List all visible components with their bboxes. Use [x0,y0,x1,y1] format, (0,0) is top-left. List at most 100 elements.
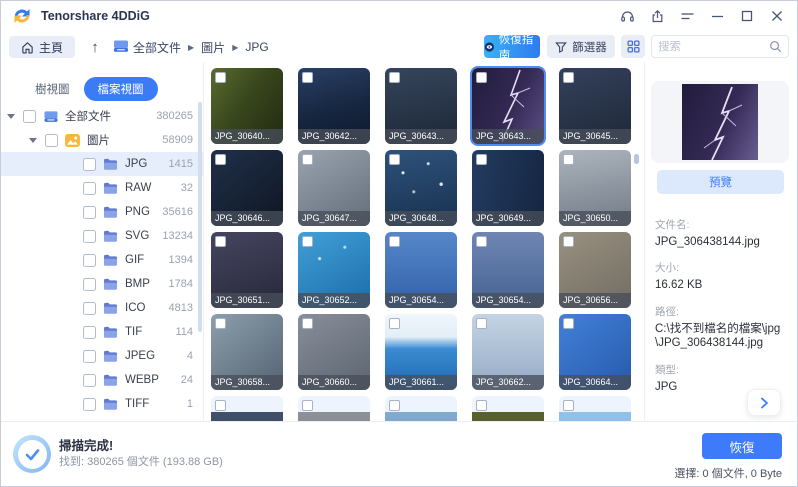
search-input[interactable] [658,41,769,53]
file-card[interactable]: JPG_30645... [559,68,631,144]
tree-item-all-files[interactable]: 全部文件380265 [1,104,203,128]
file-card[interactable]: JPG_30648... [385,150,457,226]
recover-button[interactable]: 恢復 [702,433,782,459]
file-checkbox[interactable] [215,318,226,329]
tree-item-pictures[interactable]: 圖片58909 [1,128,203,152]
file-card[interactable]: JPG_30649... [472,150,544,226]
file-card[interactable]: JPG_30664... [559,314,631,390]
file-card[interactable] [472,396,544,421]
tree-checkbox[interactable] [45,134,58,147]
file-card[interactable]: JPG_30654... [385,232,457,308]
caret-down-icon[interactable] [29,137,37,143]
close-button[interactable] [765,4,789,28]
file-card[interactable]: JPG_30660... [298,314,370,390]
preview-button[interactable]: 預覽 [657,170,784,194]
sidebar-scrollbar[interactable] [198,102,202,332]
file-card[interactable]: JPG_30642... [298,68,370,144]
search-icon[interactable] [769,40,782,53]
file-card[interactable]: JPG_30647... [298,150,370,226]
menu-icon[interactable] [675,4,699,28]
file-checkbox[interactable] [563,400,574,411]
file-card[interactable]: JPG_30651... [211,232,283,308]
tree-item-raw[interactable]: RAW32 [1,176,203,200]
file-checkbox[interactable] [389,236,400,247]
tree-item-ico[interactable]: ICO4813 [1,296,203,320]
file-card[interactable]: JPG_30643... [472,68,544,144]
file-card[interactable]: JPG_30640... [211,68,283,144]
share-icon[interactable] [645,4,669,28]
file-card[interactable]: JPG_30646... [211,150,283,226]
file-card[interactable] [385,396,457,421]
file-checkbox[interactable] [563,236,574,247]
maximize-button[interactable] [735,4,759,28]
next-page-button[interactable] [747,389,781,416]
file-card[interactable] [559,396,631,421]
tree-checkbox[interactable] [83,278,96,291]
file-card[interactable]: JPG_30650... [559,150,631,226]
tree-item-tiff[interactable]: TIFF1 [1,392,203,416]
tree-checkbox[interactable] [83,230,96,243]
file-card[interactable]: JPG_30656... [559,232,631,308]
tree-checkbox[interactable] [83,206,96,219]
file-checkbox[interactable] [563,318,574,329]
file-checkbox[interactable] [389,154,400,165]
support-headset-icon[interactable] [615,4,639,28]
tree-checkbox[interactable] [83,350,96,363]
file-checkbox[interactable] [389,400,400,411]
filter-button[interactable]: 篩選器 [547,35,615,58]
recovery-guide-button[interactable]: 恢復指南 [484,35,540,58]
file-card[interactable]: JPG_30661... [385,314,457,390]
tree-item-png[interactable]: PNG35616 [1,200,203,224]
tree-checkbox[interactable] [83,254,96,267]
file-checkbox[interactable] [302,236,313,247]
file-checkbox[interactable] [302,154,313,165]
grid-view-button[interactable] [621,35,645,58]
breadcrumb-pictures[interactable]: 圖片 [201,39,225,56]
file-checkbox[interactable] [476,72,487,83]
tree-item-jpeg[interactable]: JPEG4 [1,344,203,368]
home-button[interactable]: 主頁 [9,36,75,58]
file-checkbox[interactable] [215,72,226,83]
file-checkbox[interactable] [563,72,574,83]
tree-checkbox[interactable] [83,302,96,315]
tree-item-webp[interactable]: WEBP24 [1,368,203,392]
file-checkbox[interactable] [389,72,400,83]
file-checkbox[interactable] [215,400,226,411]
file-checkbox[interactable] [302,318,313,329]
breadcrumb-jpg[interactable]: JPG [245,40,268,54]
file-checkbox[interactable] [476,236,487,247]
file-card[interactable]: JPG_30643... [385,68,457,144]
file-checkbox[interactable] [476,400,487,411]
file-checkbox[interactable] [389,318,400,329]
tab-tree-view[interactable]: 樹視圖 [21,77,84,101]
file-card[interactable]: JPG_30662... [472,314,544,390]
tree-checkbox[interactable] [83,374,96,387]
grid-scrollbar[interactable] [634,154,639,164]
file-checkbox[interactable] [563,154,574,165]
tree-checkbox[interactable] [83,158,96,171]
tree-item-bmp[interactable]: BMP1784 [1,272,203,296]
file-checkbox[interactable] [476,318,487,329]
file-card[interactable] [211,396,283,421]
tree-checkbox[interactable] [23,110,36,123]
tree-item-svg[interactable]: SVG13234 [1,224,203,248]
breadcrumb-all-files[interactable]: 全部文件 [133,39,181,56]
file-checkbox[interactable] [302,400,313,411]
caret-down-icon[interactable] [7,113,15,119]
tree-checkbox[interactable] [83,326,96,339]
file-checkbox[interactable] [302,72,313,83]
tree-item-jpg[interactable]: JPG1415 [1,152,203,176]
tab-file-view[interactable]: 檔案視圖 [84,77,158,101]
tree-item-tif[interactable]: TIF114 [1,320,203,344]
tree-item-gif[interactable]: GIF1394 [1,248,203,272]
file-card[interactable]: JPG_30652... [298,232,370,308]
file-card[interactable]: JPG_30658... [211,314,283,390]
tree-checkbox[interactable] [83,398,96,411]
file-checkbox[interactable] [215,236,226,247]
tree-checkbox[interactable] [83,182,96,195]
minimize-button[interactable] [705,4,729,28]
file-card[interactable]: JPG_30654... [472,232,544,308]
navigate-up-button[interactable]: ↑ [85,36,105,58]
file-card[interactable] [298,396,370,421]
file-checkbox[interactable] [215,154,226,165]
